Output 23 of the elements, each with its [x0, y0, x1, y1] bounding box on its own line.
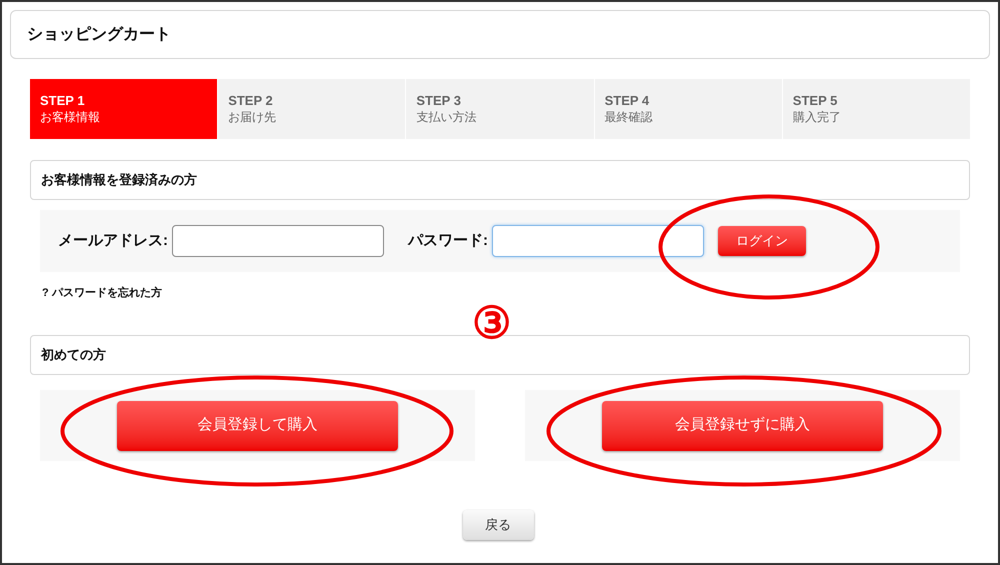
annotation-marker: ③	[472, 302, 511, 346]
purchase-button[interactable]: 会員登録して購入	[117, 400, 398, 450]
step-name: 最終確認	[604, 109, 654, 125]
back-button[interactable]: 戻る	[462, 510, 534, 540]
forgot-password-link[interactable]: ? パスワードを忘れた方	[42, 287, 162, 299]
section-title: お客様情報を登録済みの方	[41, 171, 197, 190]
field-label: メールアドレス:	[58, 230, 168, 251]
page-title: ショッピングカート	[27, 24, 171, 44]
step-number: STEP 1	[40, 93, 86, 109]
section-title: 初めての方	[41, 346, 106, 364]
field-label: パスワード:	[408, 230, 488, 251]
step-name: お届け先	[228, 109, 278, 125]
step-number: STEP 4	[604, 93, 650, 109]
purchase-button[interactable]: 会員登録せずに購入	[602, 400, 883, 450]
input-field[interactable]	[492, 225, 704, 257]
step-number: STEP 2	[228, 93, 274, 109]
step-name: 支払い方法	[416, 109, 478, 125]
step-name: お客様情報	[40, 109, 101, 125]
step-number: STEP 5	[792, 93, 838, 109]
login-button[interactable]: ログイン	[718, 226, 806, 256]
step-name: 購入完了	[792, 109, 842, 125]
input-field[interactable]	[172, 225, 384, 257]
step-number: STEP 3	[416, 93, 462, 109]
